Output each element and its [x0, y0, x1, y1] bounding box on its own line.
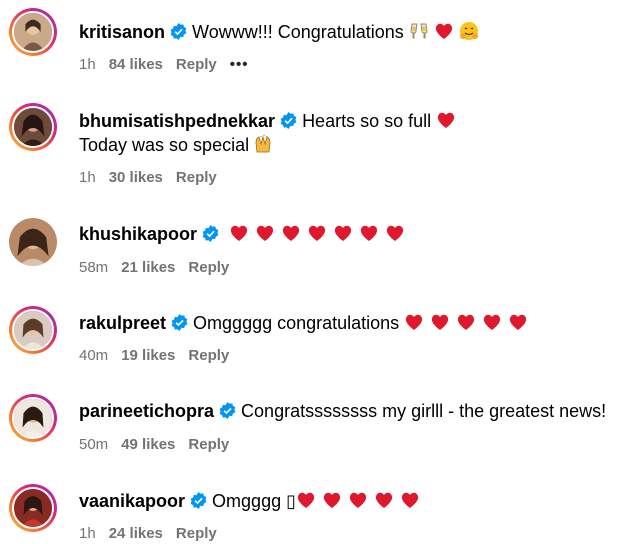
red-heart-emoji-icon	[508, 312, 528, 332]
avatar[interactable]	[9, 218, 57, 266]
more-options-icon[interactable]: •••	[230, 56, 249, 73]
verified-badge-icon	[219, 402, 236, 419]
red-heart-emoji-icon	[348, 490, 368, 510]
red-heart-emoji-icon	[385, 223, 405, 243]
red-heart-emoji-icon	[229, 223, 249, 243]
username[interactable]: vaanikapoor	[79, 491, 185, 511]
comment-time: 50m	[79, 436, 109, 453]
likes-count[interactable]: 19 likes	[121, 347, 175, 364]
red-heart-emoji-icon	[255, 223, 275, 243]
likes-count[interactable]: 49 likes	[121, 436, 175, 453]
red-heart-emoji-icon	[333, 223, 353, 243]
username[interactable]: parineetichopra	[79, 401, 214, 421]
avatar[interactable]	[9, 306, 57, 354]
verified-badge-icon	[171, 314, 188, 331]
red-heart-emoji-icon	[296, 490, 316, 510]
red-heart-emoji-icon	[430, 312, 450, 332]
hugging-face-emoji-icon	[459, 21, 479, 41]
verified-badge-icon	[170, 23, 187, 40]
comment-text: Omgggg ▯	[212, 491, 296, 511]
avatar[interactable]	[9, 8, 57, 56]
reply-button[interactable]: Reply	[188, 436, 229, 453]
clinking-glasses-emoji-icon	[409, 21, 429, 41]
likes-count[interactable]: 24 likes	[109, 525, 163, 542]
reply-button[interactable]: Reply	[188, 259, 229, 276]
comment-text: Wowww!!! Congratulations	[192, 22, 404, 42]
red-heart-emoji-icon	[434, 21, 454, 41]
comment-time: 1h	[79, 169, 96, 186]
avatar[interactable]	[9, 103, 57, 151]
red-heart-emoji-icon	[404, 312, 424, 332]
username[interactable]: rakulpreet	[79, 313, 166, 333]
reply-button[interactable]: Reply	[176, 525, 217, 542]
red-heart-emoji-icon	[374, 490, 394, 510]
raised-hands-emoji-icon	[254, 134, 274, 154]
comment-text: Hearts so so full	[302, 111, 432, 131]
reply-button[interactable]: Reply	[176, 56, 217, 73]
username[interactable]: khushikapoor	[79, 224, 197, 244]
reply-button[interactable]: Reply	[176, 169, 217, 186]
red-heart-emoji-icon	[307, 223, 327, 243]
comment-text-line-2: Today was so special	[79, 135, 250, 155]
avatar[interactable]	[9, 394, 57, 442]
red-heart-emoji-icon	[359, 223, 379, 243]
comment-text: Congratssssssss my girlll - the greatest…	[241, 401, 607, 421]
verified-badge-icon	[190, 492, 207, 509]
username[interactable]: kritisanon	[79, 22, 165, 42]
comment-time: 40m	[79, 347, 109, 364]
red-heart-emoji-icon	[400, 490, 420, 510]
comment-time: 58m	[79, 259, 109, 276]
verified-badge-icon	[280, 112, 297, 129]
verified-badge-icon	[202, 225, 219, 242]
username[interactable]: bhumisatishpednekkar	[79, 111, 275, 131]
likes-count[interactable]: 21 likes	[121, 259, 175, 276]
avatar[interactable]	[9, 484, 57, 532]
red-heart-emoji-icon	[456, 312, 476, 332]
red-heart-emoji-icon	[322, 490, 342, 510]
red-heart-emoji-icon	[482, 312, 502, 332]
red-heart-emoji-icon	[436, 110, 456, 130]
reply-button[interactable]: Reply	[188, 347, 229, 364]
comment-text: Omggggg congratulations	[193, 313, 400, 333]
red-heart-emoji-icon	[281, 223, 301, 243]
likes-count[interactable]: 84 likes	[109, 56, 163, 73]
likes-count[interactable]: 30 likes	[109, 169, 163, 186]
comment-time: 1h	[79, 525, 96, 542]
comment-time: 1h	[79, 56, 96, 73]
